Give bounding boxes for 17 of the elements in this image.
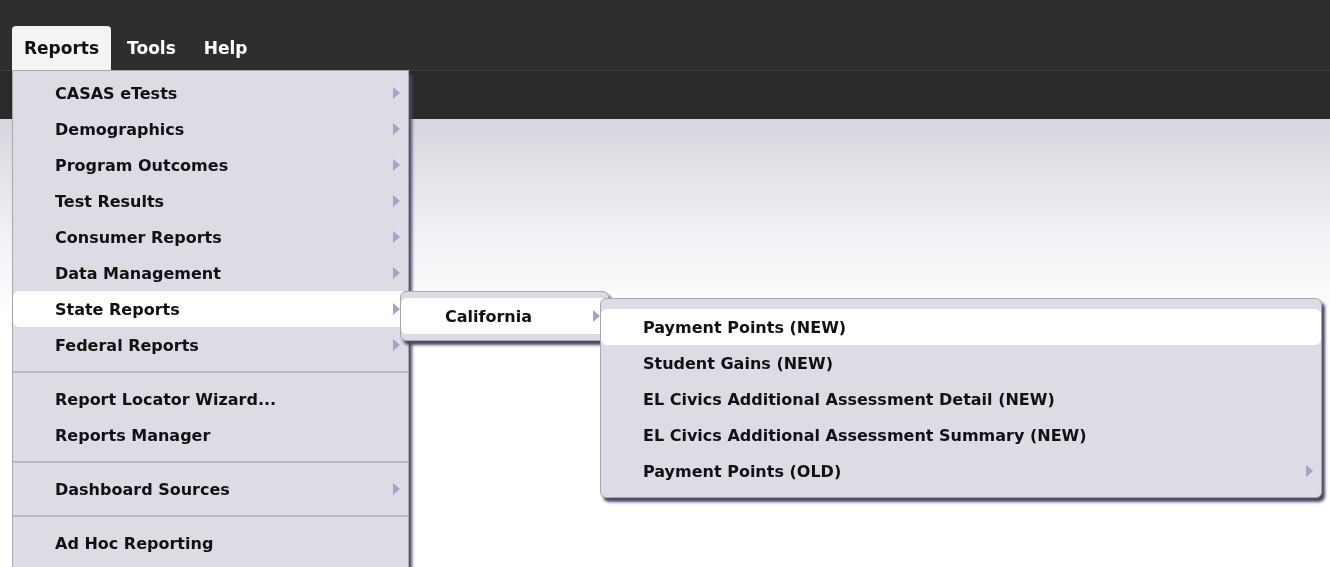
menu-item[interactable]: Report Locator Wizard... (13, 381, 408, 417)
menu-item[interactable]: Test Results (13, 183, 408, 219)
menu-item[interactable]: EL Civics Additional Assessment Summary (NEW) (601, 417, 1321, 453)
menu-bar-item[interactable]: Help (191, 26, 260, 70)
menu-item[interactable]: Program Outcomes (13, 147, 408, 183)
menu-bar-item[interactable]: Tools (115, 26, 188, 70)
menu-item[interactable]: EL Civics Additional Assessment Detail (NEW) (601, 381, 1321, 417)
menu-item[interactable]: Student Gains (NEW) (601, 345, 1321, 381)
menu-item[interactable]: Payment Points (OLD) (601, 453, 1321, 489)
menu-item[interactable]: Payment Points (NEW) (601, 309, 1321, 345)
menu-item[interactable]: Dashboard Sources (13, 471, 408, 507)
menu-bar-item[interactable]: Reports (12, 26, 112, 70)
menu-item[interactable]: Demographics (13, 111, 408, 147)
menu-item[interactable]: Reports Manager (13, 417, 408, 453)
menu-item[interactable]: Data Management (13, 255, 408, 291)
menu-item[interactable]: Consumer Reports (13, 219, 408, 255)
menu-item[interactable]: Ad Hoc Reporting (13, 525, 408, 561)
